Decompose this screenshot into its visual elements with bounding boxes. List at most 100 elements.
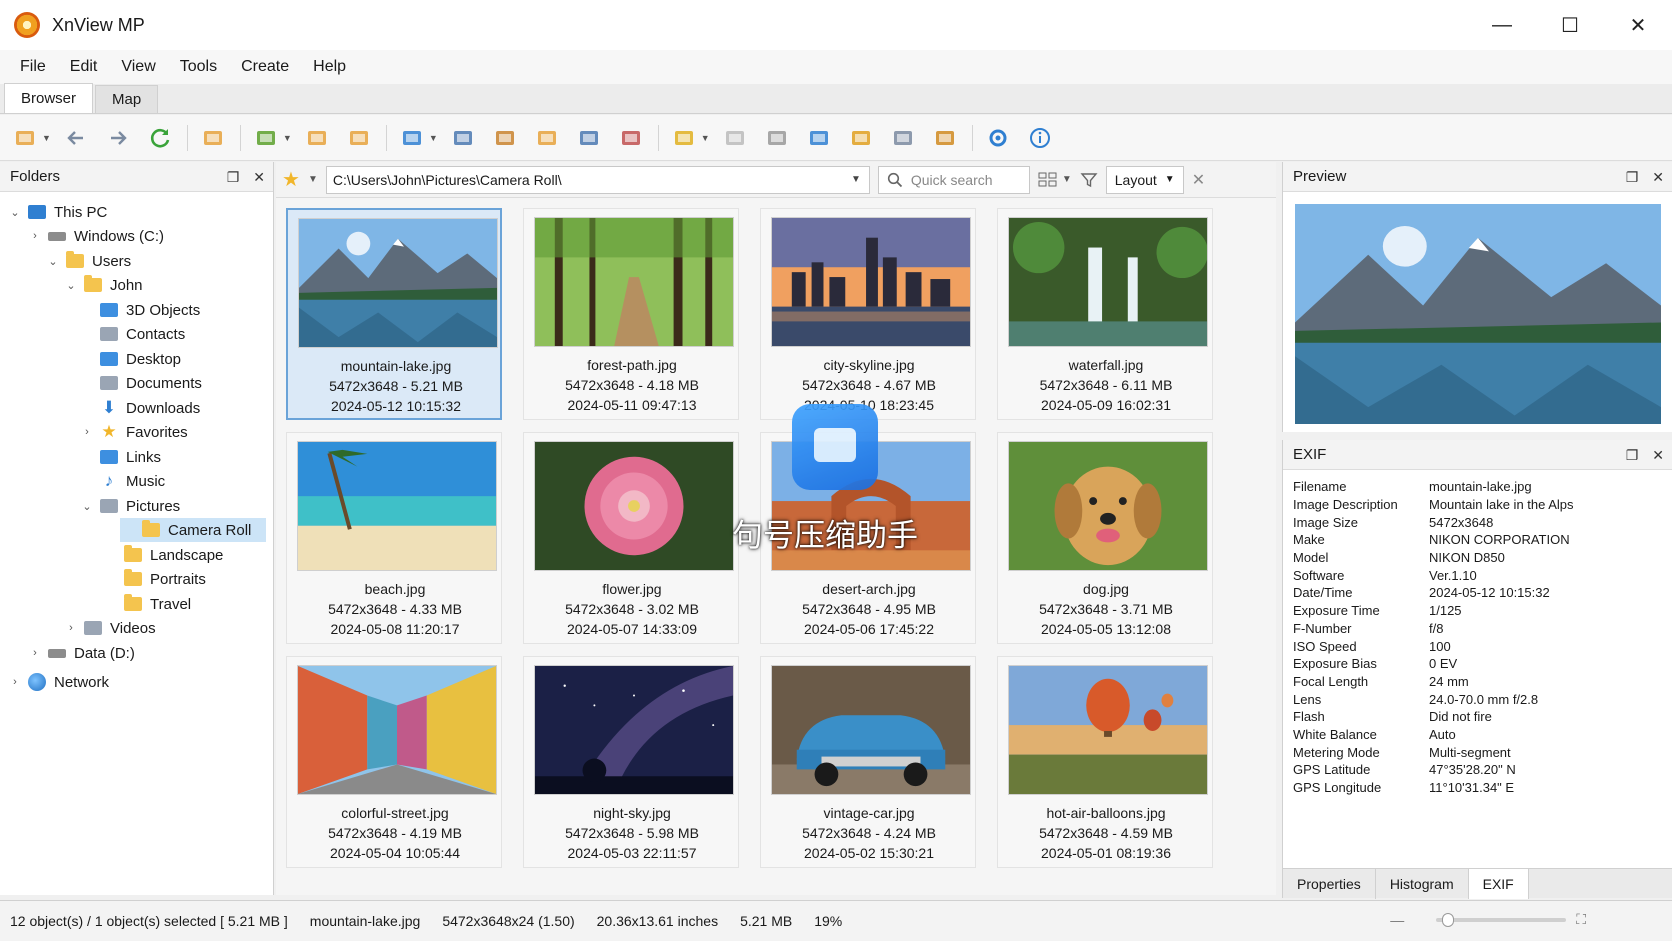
tree-item-travel[interactable]: Travel xyxy=(0,592,191,616)
menu-file[interactable]: File xyxy=(8,58,58,76)
expand-arrow-icon[interactable]: › xyxy=(8,676,22,688)
dropdown-caret-icon[interactable]: ▼ xyxy=(701,133,710,143)
layout-dropdown[interactable]: Layout ▼ xyxy=(1105,165,1184,194)
close-panel-icon[interactable]: ✕ xyxy=(1652,169,1664,186)
thumbnail-item[interactable]: forest-path.jpg 5472x3648 - 4.18 MB 2024-0… xyxy=(523,208,739,420)
about-button[interactable] xyxy=(1025,123,1055,153)
thumbnail-item[interactable]: dog.jpg 5472x3648 - 3.71 MB 2024-05-05 13:… xyxy=(997,432,1213,644)
tree-item-links[interactable]: Links xyxy=(0,445,161,469)
menu-help[interactable]: Help xyxy=(301,58,358,76)
contact-sheet-button[interactable] xyxy=(574,123,604,153)
tree-item-network[interactable]: › Network xyxy=(0,670,109,694)
slideshow-button[interactable] xyxy=(532,123,562,153)
collapse-arrow-icon[interactable]: ⌄ xyxy=(8,206,22,219)
view-button[interactable] xyxy=(448,123,478,153)
tree-item-downloads[interactable]: ⬇ Downloads xyxy=(0,396,200,420)
minimize-button[interactable]: — xyxy=(1468,0,1536,50)
tab-map[interactable]: Map xyxy=(95,85,159,113)
thumbnail-item[interactable]: night-sky.jpg 5472x3648 - 5.98 MB 2024-05-… xyxy=(523,656,739,868)
undock-icon[interactable]: ❐ xyxy=(1626,447,1639,464)
tags-button[interactable] xyxy=(846,123,876,153)
zoom-out-icon[interactable]: — xyxy=(1390,912,1404,928)
filter-button[interactable] xyxy=(1080,171,1098,189)
collapse-arrow-icon[interactable]: ⌄ xyxy=(46,255,60,268)
favorites-dropdown-icon[interactable]: ▼ xyxy=(308,174,318,185)
thumbnail-item[interactable]: colorful-street.jpg 5472x3648 - 4.19 MB 20… xyxy=(286,656,502,868)
expand-arrow-icon[interactable]: › xyxy=(64,622,78,634)
batch-button[interactable] xyxy=(302,123,332,153)
undock-icon[interactable]: ❐ xyxy=(227,169,240,186)
forward-button[interactable] xyxy=(103,123,133,153)
tree-item-desktop[interactable]: Desktop xyxy=(0,347,181,371)
path-dropdown-icon[interactable]: ▼ xyxy=(851,174,861,185)
tree-item-john[interactable]: ⌄ John xyxy=(0,273,143,297)
tree-item-portraits[interactable]: Portraits xyxy=(0,567,206,591)
categories-button[interactable] xyxy=(888,123,918,153)
tree-item-users[interactable]: ⌄ Users xyxy=(0,249,131,273)
dropdown-caret-icon[interactable]: ▼ xyxy=(429,133,438,143)
tab-histogram[interactable]: Histogram xyxy=(1376,869,1469,899)
collapse-arrow-icon[interactable]: ⌄ xyxy=(80,500,94,513)
zoom-slider-handle[interactable] xyxy=(1442,912,1455,927)
thumbnail-item[interactable]: flower.jpg 5472x3648 - 3.02 MB 2024-05-07 … xyxy=(523,432,739,644)
filter-button[interactable] xyxy=(397,123,427,153)
gear-button[interactable] xyxy=(983,123,1013,153)
back-button[interactable] xyxy=(61,123,91,153)
tab-browser[interactable]: Browser xyxy=(4,83,94,113)
tree-item-windows-c[interactable]: › Windows (C:) xyxy=(0,224,164,248)
thumbnail-item[interactable]: hot-air-balloons.jpg 5472x3648 - 4.59 MB 2… xyxy=(997,656,1213,868)
menu-tools[interactable]: Tools xyxy=(168,58,229,76)
tree-item-this-pc[interactable]: ⌄ This PC xyxy=(0,200,107,224)
dropdown-caret-icon[interactable]: ▼ xyxy=(42,133,51,143)
tree-item-3d-objects[interactable]: 3D Objects xyxy=(0,298,200,322)
close-button[interactable]: ✕ xyxy=(1604,0,1672,50)
thumbnail-item[interactable]: city-skyline.jpg 5472x3648 - 4.67 MB 2024-… xyxy=(760,208,976,420)
expand-arrow-icon[interactable]: › xyxy=(80,426,94,438)
thumbnail-item[interactable]: mountain-lake.jpg 5472x3648 - 5.21 MB 2024… xyxy=(286,208,502,420)
tree-item-videos[interactable]: › Videos xyxy=(0,616,155,640)
expand-arrow-icon[interactable]: › xyxy=(28,647,42,659)
effects-button[interactable] xyxy=(930,123,960,153)
move-to-folder-button[interactable] xyxy=(198,123,228,153)
print-button[interactable] xyxy=(720,123,750,153)
tree-item-data-d[interactable]: › Data (D:) xyxy=(0,641,135,665)
close-panel-icon[interactable]: ✕ xyxy=(253,169,265,186)
compare-button[interactable] xyxy=(490,123,520,153)
copy-to-folder-button[interactable] xyxy=(344,123,374,153)
thumbnail-item[interactable]: vintage-car.jpg 5472x3648 - 4.24 MB 2024-0… xyxy=(760,656,976,868)
plugin-button[interactable] xyxy=(804,123,834,153)
tree-item-pictures[interactable]: ⌄ Pictures xyxy=(0,494,180,518)
dropdown-caret-icon[interactable]: ▼ xyxy=(283,133,292,143)
menu-view[interactable]: View xyxy=(109,58,167,76)
zoom-slider[interactable] xyxy=(1436,912,1567,927)
close-panel-icon[interactable]: ✕ xyxy=(1652,447,1664,464)
favorites-star-icon[interactable]: ★ xyxy=(282,167,300,192)
collapse-arrow-icon[interactable]: ⌄ xyxy=(64,279,78,292)
tree-item-music[interactable]: ♪ Music xyxy=(0,469,165,493)
thumbnail-item[interactable]: waterfall.jpg 5472x3648 - 6.11 MB 2024-05-… xyxy=(997,208,1213,420)
tree-item-landscape[interactable]: Landscape xyxy=(0,543,223,567)
menu-create[interactable]: Create xyxy=(229,58,301,76)
tab-properties[interactable]: Properties xyxy=(1283,869,1376,899)
view-mode-button[interactable]: ▼ xyxy=(1038,172,1072,188)
expand-arrow-icon[interactable]: › xyxy=(28,230,42,242)
tab-exif[interactable]: EXIF xyxy=(1468,869,1529,899)
open-folder-button[interactable] xyxy=(10,123,40,153)
tree-item-camera-roll[interactable]: Camera Roll xyxy=(120,518,266,542)
close-search-icon[interactable]: ✕ xyxy=(1192,170,1205,190)
menu-edit[interactable]: Edit xyxy=(58,58,110,76)
tree-item-documents[interactable]: Documents xyxy=(0,371,202,395)
settings-button[interactable] xyxy=(762,123,792,153)
path-input[interactable]: C:\Users\John\Pictures\Camera Roll\ ▼ xyxy=(325,165,870,194)
refresh-button[interactable] xyxy=(145,123,175,153)
fit-screen-icon[interactable]: ⛶ xyxy=(1576,911,1586,928)
undock-icon[interactable]: ❐ xyxy=(1626,169,1639,186)
tree-item-contacts[interactable]: Contacts xyxy=(0,322,185,346)
tree-item-favorites[interactable]: › ★ Favorites xyxy=(0,420,188,444)
convert-button[interactable] xyxy=(251,123,281,153)
panorama-button[interactable] xyxy=(616,123,646,153)
thumbnail-item[interactable]: beach.jpg 5472x3648 - 4.33 MB 2024-05-08 1… xyxy=(286,432,502,644)
quick-search-input[interactable]: Quick search xyxy=(877,165,1030,194)
maximize-button[interactable]: ☐ xyxy=(1536,0,1604,50)
edit-button[interactable] xyxy=(669,123,699,153)
